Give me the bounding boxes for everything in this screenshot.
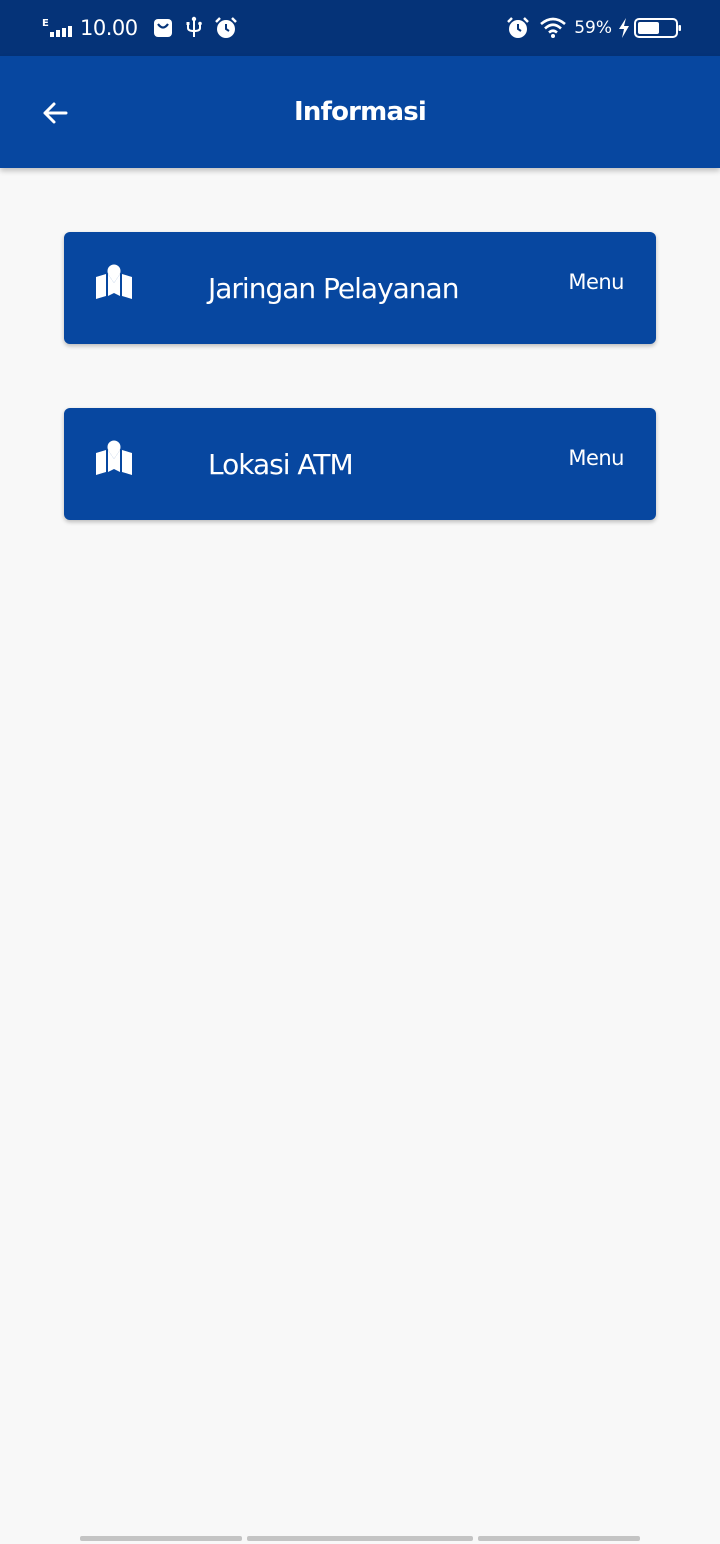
nav-segment — [247, 1536, 473, 1541]
wifi-icon — [540, 17, 567, 39]
menu-card-action: Menu — [568, 270, 624, 294]
shopping-bag-icon — [152, 17, 174, 39]
menu-list: Jaringan Pelayanan Menu Lokasi ATM Menu — [64, 232, 656, 584]
status-bar-right: 59% — [506, 0, 682, 56]
status-bar-left: E 10.00 — [42, 0, 248, 56]
menu-card-label: Jaringan Pelayanan — [208, 271, 459, 305]
alarm-icon — [506, 16, 530, 40]
charging-icon — [618, 17, 630, 39]
battery-icon — [634, 17, 682, 39]
arrow-left-icon — [43, 102, 68, 124]
usb-icon — [184, 16, 204, 40]
alarm-icon — [214, 16, 238, 40]
gesture-nav-bar — [0, 1536, 720, 1542]
map-marker-icon — [96, 264, 132, 300]
map-marker-icon — [96, 440, 132, 476]
status-time: 10.00 — [80, 16, 138, 40]
nav-segment — [478, 1536, 640, 1541]
menu-card-label: Lokasi ATM — [208, 447, 354, 481]
svg-text:E: E — [42, 18, 49, 29]
menu-card-jaringan-pelayanan[interactable]: Jaringan Pelayanan Menu — [64, 232, 656, 344]
page-title: Informasi — [293, 97, 427, 127]
status-bar: E 10.00 59% — [0, 0, 720, 56]
nav-segment — [80, 1536, 242, 1541]
battery-percent: 59% — [574, 18, 612, 38]
signal-icon: E — [42, 17, 74, 39]
menu-card-action: Menu — [568, 446, 624, 470]
back-button[interactable] — [30, 88, 80, 138]
menu-card-lokasi-atm[interactable]: Lokasi ATM Menu — [64, 408, 656, 520]
app-bar: Informasi — [0, 56, 720, 168]
